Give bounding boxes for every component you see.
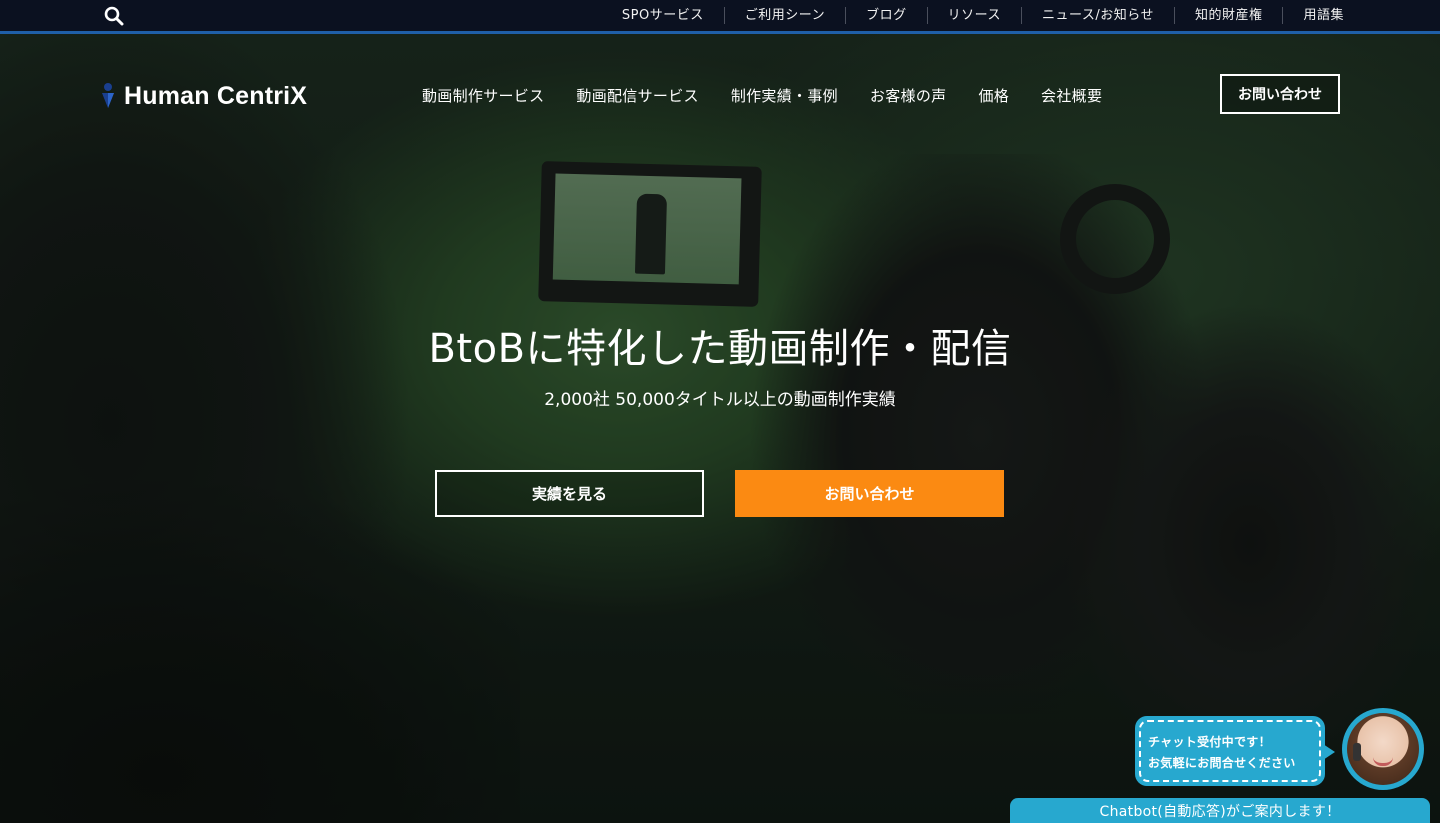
utility-links: SPOサービス ご利用シーン ブログ リソース ニュース/お知らせ 知的財産権 … [602,0,1344,31]
headset-icon [1353,743,1361,761]
chat-operator-avatar[interactable] [1342,708,1424,790]
util-link-news[interactable]: ニュース/お知らせ [1020,7,1174,24]
util-link-resources[interactable]: リソース [926,7,1021,24]
chat-bubble-line1: チャット受付中です！ [1148,735,1271,749]
nav-works-cases[interactable]: 制作実績・事例 [715,85,854,106]
chat-bubble-tail [1323,744,1335,760]
util-link-spo-service[interactable]: SPOサービス [602,7,724,24]
hero-dark-overlay [0,34,1440,823]
chat-invite-bubble[interactable]: チャット受付中です！ お気軽にお問合せください [1135,716,1335,786]
hero-subtitle: 2,000社 50,000タイトル以上の動画制作実績 [544,390,896,410]
view-works-button[interactable]: 実績を見る [435,470,704,517]
logo-text: Human CentriX [124,81,308,110]
nav-video-distribution[interactable]: 動画配信サービス [560,85,714,106]
site-logo[interactable]: Human CentriX [100,80,307,112]
util-link-use-cases[interactable]: ご利用シーン [723,7,845,24]
nav-company[interactable]: 会社概要 [1025,85,1118,106]
search-icon[interactable] [104,6,124,26]
nav-video-production[interactable]: 動画制作サービス [406,85,560,106]
util-link-blog[interactable]: ブログ [845,7,927,24]
header-contact-button[interactable]: お問い合わせ [1220,74,1340,114]
main-nav: 動画制作サービス 動画配信サービス 制作実績・事例 お客様の声 価格 会社概要 [406,80,1118,110]
util-link-glossary[interactable]: 用語集 [1282,7,1344,24]
util-link-intellectual-property[interactable]: 知的財産権 [1173,7,1283,24]
operator-smile [1373,757,1393,766]
logo-mark-icon [102,83,114,108]
top-utility-bar: SPOサービス ご利用シーン ブログ リソース ニュース/お知らせ 知的財産権 … [0,0,1440,34]
chat-bubble-line2: お気軽にお問合せください [1148,756,1296,770]
chat-bubble-dashed-border [1139,720,1321,782]
nav-customer-voice[interactable]: お客様の声 [854,85,963,106]
hero-background [0,34,1440,823]
hero-title: BtoBに特化した動画制作・配信 [428,326,1012,372]
hero-contact-button[interactable]: お問い合わせ [735,470,1004,517]
operator-face-icon [1347,713,1419,785]
nav-pricing[interactable]: 価格 [962,85,1025,106]
chatbot-launcher-bar[interactable]: Chatbot(自動応答)がご案内します！ [1010,798,1430,823]
